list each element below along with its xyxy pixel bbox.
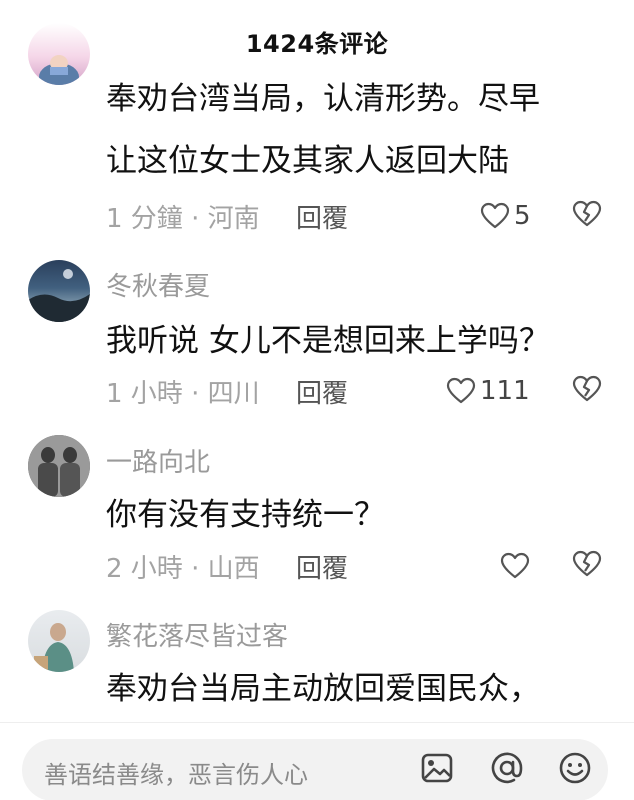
- comment-composer: 善语结善缘，恶言伤人心: [0, 722, 634, 800]
- avatar-image: [39, 55, 79, 85]
- at-icon[interactable]: [490, 751, 524, 789]
- comment-text-line: 让这位女士及其家人返回大陆: [106, 143, 509, 179]
- commenter-name[interactable]: 冬秋春夏: [106, 266, 210, 303]
- comment-input[interactable]: 善语结善缘，恶言伤人心: [22, 739, 608, 800]
- comment-text-line: 我听说 女儿不是想回来上学吗？: [106, 323, 550, 359]
- comment-meta: 2 小時 · 山西 回覆: [106, 548, 616, 588]
- smiley-icon[interactable]: [558, 751, 592, 789]
- like-button[interactable]: [500, 550, 534, 582]
- comment-text: 你有没有支持统一？: [106, 484, 606, 546]
- like-count: 111: [480, 376, 530, 406]
- comment-text-line: 奉劝台当局主动放回爱国民众，: [106, 671, 540, 707]
- comment-text: 奉劝台湾当局，认清形势。尽早 让这位女士及其家人返回大陆: [106, 68, 606, 192]
- heart-outline-icon: [500, 552, 530, 579]
- comment-text: 我听说 女儿不是想回来上学吗？: [106, 310, 606, 372]
- comment-time-location: 1 小時 · 四川: [106, 379, 260, 409]
- dislike-button[interactable]: [572, 550, 602, 582]
- avatar[interactable]: [28, 610, 90, 672]
- reply-button[interactable]: 回覆: [296, 198, 348, 235]
- comment-time-location: 1 分鐘 · 河南: [106, 204, 260, 234]
- avatar[interactable]: [28, 435, 90, 497]
- comment-meta: 1 分鐘 · 河南 回覆 5: [106, 198, 616, 238]
- comment-text: 奉劝台当局主动放回爱国民众，: [106, 658, 606, 720]
- comment-text-line: 你有没有支持统一？: [106, 497, 385, 533]
- avatar-image: [28, 269, 90, 322]
- avatar-image: [28, 435, 90, 497]
- comment-meta: 1 小時 · 四川 回覆 111: [106, 373, 616, 413]
- commenter-name[interactable]: 繁花落尽皆过客: [106, 616, 288, 653]
- heart-outline-icon: [480, 202, 510, 229]
- comment-count-title: 1424条评论: [245, 30, 389, 58]
- broken-heart-icon: [572, 200, 602, 227]
- reply-button[interactable]: 回覆: [296, 373, 348, 410]
- broken-heart-icon: [572, 550, 602, 577]
- dislike-button[interactable]: [572, 375, 602, 407]
- commenter-name[interactable]: 一路向北: [106, 442, 210, 479]
- avatar[interactable]: [28, 23, 90, 85]
- comment-time-location: 2 小時 · 山西: [106, 554, 260, 584]
- heart-outline-icon: [446, 377, 476, 404]
- dislike-button[interactable]: [572, 200, 602, 232]
- like-count: 5: [514, 201, 531, 231]
- image-icon[interactable]: [420, 751, 454, 789]
- like-button[interactable]: 111: [446, 375, 530, 407]
- comment-text-line: 奉劝台湾当局，认清形势。尽早: [106, 81, 540, 117]
- comments-header: 1424条评论: [0, 0, 634, 70]
- avatar[interactable]: [28, 260, 90, 322]
- broken-heart-icon: [572, 375, 602, 402]
- comment-input-placeholder: 善语结善缘，恶言伤人心: [44, 761, 308, 789]
- avatar-image: [34, 623, 74, 672]
- reply-button[interactable]: 回覆: [296, 548, 348, 585]
- like-button[interactable]: 5: [480, 200, 531, 232]
